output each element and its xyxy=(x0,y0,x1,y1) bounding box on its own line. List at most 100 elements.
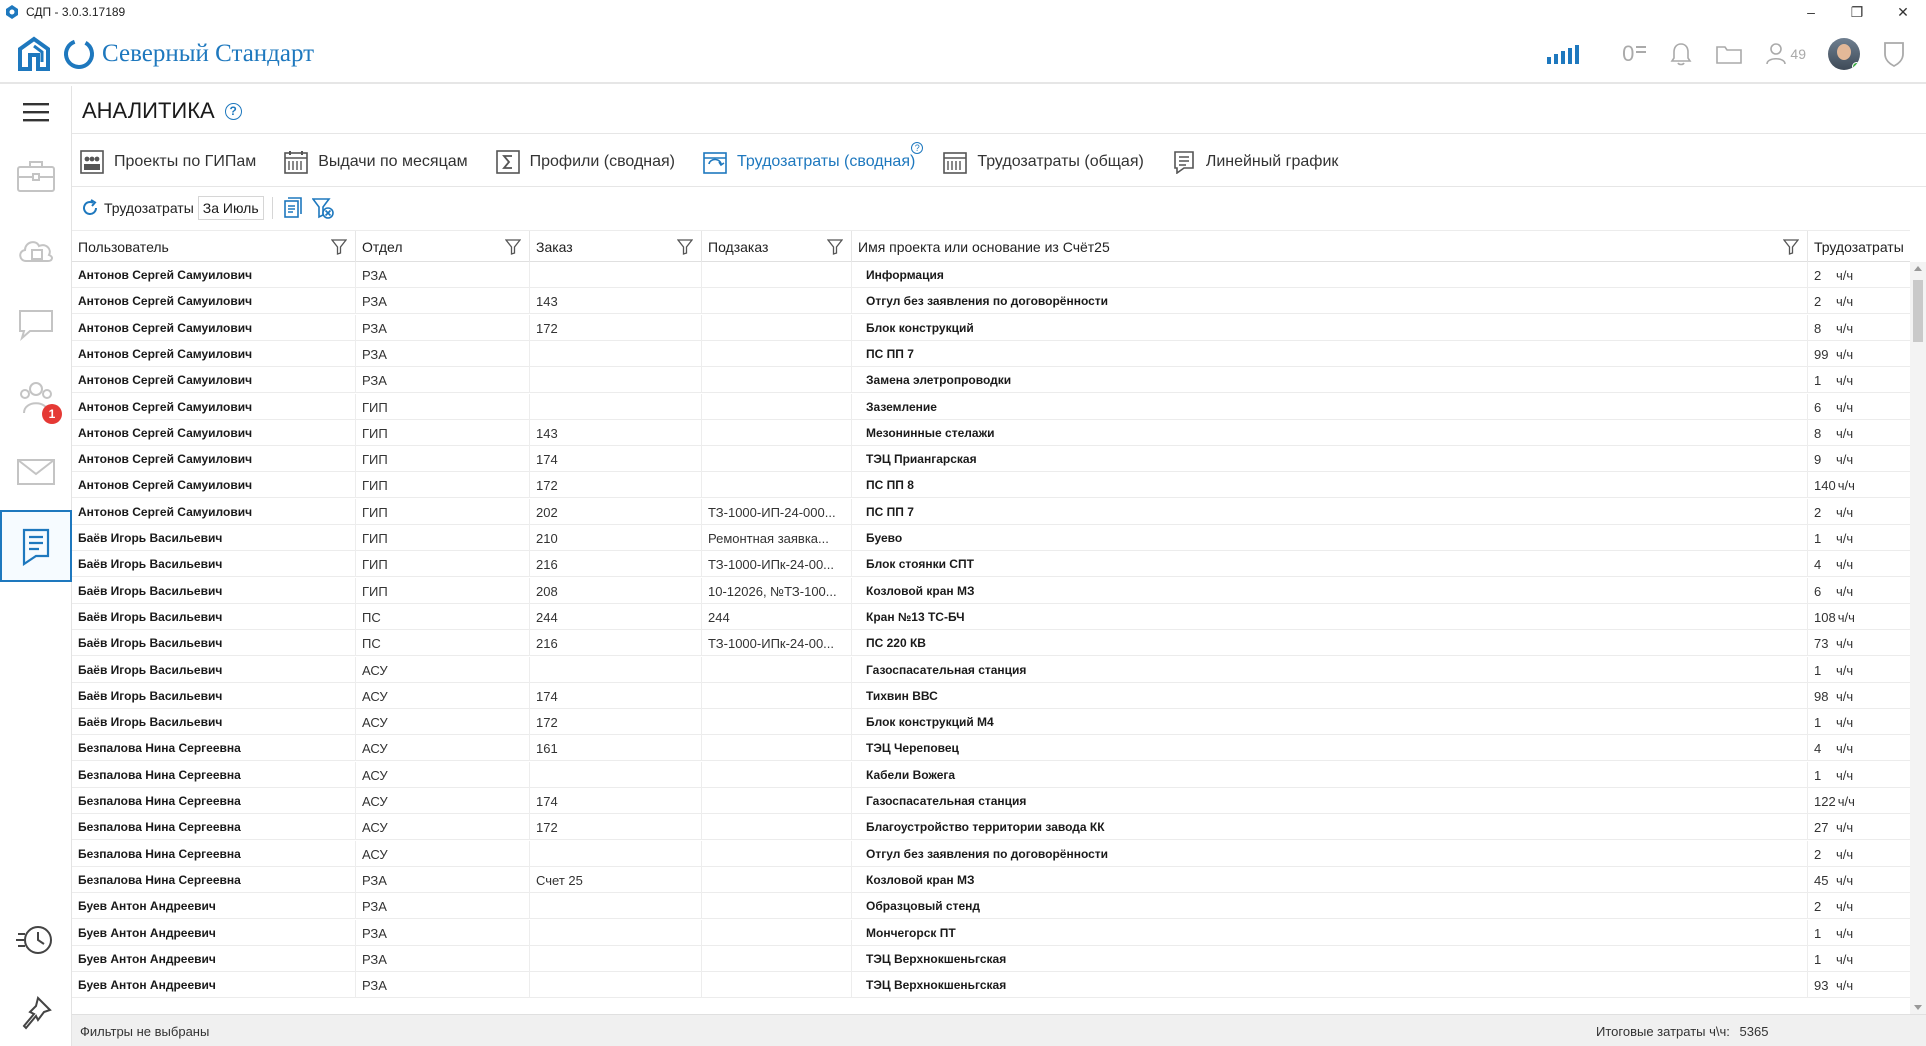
tab-labor-general[interactable]: Трудозатраты (общая) xyxy=(943,150,1144,174)
cell-project: Козловой кран МЗ xyxy=(852,578,1808,604)
tab-labor-calendar-icon xyxy=(703,152,727,174)
sidebar-item-team[interactable]: 1 xyxy=(0,362,72,434)
sidebar-item-analytics[interactable] xyxy=(0,510,72,582)
sidebar-item-chat[interactable] xyxy=(0,288,72,360)
tab-projects-by-gip[interactable]: Проекты по ГИПам xyxy=(80,150,256,174)
table-row[interactable]: Безпалова Нина Сергеевна АСУ Кабели Вожега… xyxy=(72,762,1910,788)
restore-button[interactable]: ❐ xyxy=(1834,0,1880,24)
sidebar-item-mail[interactable] xyxy=(0,436,72,508)
table-row[interactable]: Антонов Сергей Самуилович РЗА 172 Блок конс… xyxy=(72,315,1910,341)
vertical-scrollbar[interactable] xyxy=(1910,262,1926,1014)
table-row[interactable]: Антонов Сергей Самуилович ГИП 174 ТЭЦ Приан… xyxy=(72,446,1910,472)
tab-help-icon[interactable]: ? xyxy=(911,142,924,154)
cell-department: ГИП xyxy=(356,472,530,498)
scroll-thumb[interactable] xyxy=(1913,280,1923,342)
toolbar: Трудозатраты За Июль xyxy=(80,194,341,222)
refresh-button[interactable]: Трудозатраты xyxy=(80,198,194,218)
filter-icon[interactable] xyxy=(827,239,843,255)
shield-icon[interactable] xyxy=(1882,40,1906,68)
table-row[interactable]: Баёв Игорь Васильевич ГИП 208 10-12026, №ТЗ… xyxy=(72,578,1910,604)
bell-icon[interactable] xyxy=(1669,41,1693,67)
cell-labor: 99 ч/ч xyxy=(1808,341,1926,367)
table-row[interactable]: Буев Антон Андреевич РЗА Мончегорск ПТ 1 ч/ч xyxy=(72,920,1910,946)
table-row[interactable]: Баёв Игорь Васильевич ПС 244 244 Кран №13 ТС… xyxy=(72,604,1910,630)
table-row[interactable]: Антонов Сергей Самуилович РЗА Информация 2 ч… xyxy=(72,262,1910,288)
table-row[interactable]: Баёв Игорь Васильевич ГИП 216 ТЗ-1000-ИПк-2… xyxy=(72,551,1910,577)
cell-suborder xyxy=(702,446,852,472)
period-select[interactable]: За Июль xyxy=(197,196,264,220)
filter-icon[interactable] xyxy=(677,239,693,255)
avatar[interactable] xyxy=(1828,38,1860,70)
tab-profiles-summary[interactable]: Профили (сводная) xyxy=(495,150,675,174)
table-row[interactable]: Буев Антон Андреевич РЗА ТЭЦ Верхнокшеньгс… xyxy=(72,946,1910,972)
briefcase-icon xyxy=(17,161,55,192)
table-row[interactable]: Баёв Игорь Васильевич ГИП 210 Ремонтная зая… xyxy=(72,525,1910,551)
cell-project: Блок стоянки СПТ xyxy=(852,551,1808,577)
cell-project: Благоустройство территории завода КК xyxy=(852,814,1808,840)
table-row[interactable]: Антонов Сергей Самуилович ГИП 172 ПС ПП 8 14… xyxy=(72,472,1910,498)
cell-user: Антонов Сергей Самуилович xyxy=(72,367,356,393)
cell-project: Отгул без заявления по договорённости xyxy=(852,841,1808,867)
table-row[interactable]: Антонов Сергей Самуилович ГИП 143 Мезонинны… xyxy=(72,420,1910,446)
help-icon[interactable]: ? xyxy=(224,102,242,120)
cell-labor: 6 ч/ч xyxy=(1808,394,1926,420)
table-row[interactable]: Безпалова Нина Сергеевна АСУ 172 Благоустро… xyxy=(72,814,1910,840)
labor-unit: ч/ч xyxy=(1836,267,1854,283)
table-row[interactable]: Безпалова Нина Сергеевна РЗА Счет 25 Козлов… xyxy=(72,867,1910,893)
cell-labor: 1 ч/ч xyxy=(1808,946,1926,972)
column-header-user[interactable]: Пользователь xyxy=(72,231,356,263)
cell-order xyxy=(530,893,702,919)
scroll-down-arrow-icon[interactable] xyxy=(1914,1005,1922,1010)
cell-labor: 4 ч/ч xyxy=(1808,551,1926,577)
sidebar-item-projects[interactable] xyxy=(0,140,72,212)
tab-issues-by-month[interactable]: Выдачи по месяцам xyxy=(284,150,468,174)
brand-logo[interactable]: Северный Стандарт xyxy=(16,34,314,74)
table-row[interactable]: Баёв Игорь Васильевич АСУ 172 Блок конструк… xyxy=(72,709,1910,735)
table-row[interactable]: Антонов Сергей Самуилович ГИП Заземление 6 ч… xyxy=(72,394,1910,420)
signal-icon[interactable] xyxy=(1546,43,1584,65)
column-header-labor[interactable]: Трудозатраты xyxy=(1808,231,1926,263)
folder-icon[interactable] xyxy=(1715,43,1743,65)
sidebar-item-pin[interactable] xyxy=(0,978,72,1046)
cell-project: Образцовый стенд xyxy=(852,893,1808,919)
table-row[interactable]: Безпалова Нина Сергеевна АСУ 174 Газоспасат… xyxy=(72,788,1910,814)
tab-sigma-icon xyxy=(495,150,520,174)
clear-filters-button[interactable] xyxy=(311,196,335,220)
filter-icon[interactable] xyxy=(331,239,347,255)
table-row[interactable]: Антонов Сергей Самуилович ГИП 202 ТЗ-1000-И… xyxy=(72,499,1910,525)
column-header-order[interactable]: Заказ xyxy=(530,231,702,263)
counter-indicator[interactable]: 0 xyxy=(1622,41,1647,67)
user-icon xyxy=(1766,43,1787,65)
filter-icon[interactable] xyxy=(505,239,521,255)
column-title: Отдел xyxy=(362,239,403,255)
minimize-button[interactable]: – xyxy=(1788,0,1834,24)
sidebar-item-cloud[interactable] xyxy=(0,214,72,286)
table-row[interactable]: Безпалова Нина Сергеевна АСУ 161 ТЭЦ Черепо… xyxy=(72,735,1910,761)
table-row[interactable]: Антонов Сергей Самуилович РЗА ПС ПП 7 99 ч/ч xyxy=(72,341,1910,367)
tab-labor-summary[interactable]: Трудозатраты (сводная) ? xyxy=(703,142,924,174)
menu-button[interactable] xyxy=(0,86,72,138)
table-row[interactable]: Антонов Сергей Самуилович РЗА Замена элетр… xyxy=(72,367,1910,393)
sidebar-item-history[interactable] xyxy=(0,904,72,976)
table-row[interactable]: Баёв Игорь Васильевич АСУ Газоспасательная… xyxy=(72,657,1910,683)
users-online[interactable]: 49 xyxy=(1765,42,1806,66)
table-row[interactable]: Безпалова Нина Сергеевна АСУ Отгул без зая… xyxy=(72,841,1910,867)
cell-suborder: Ремонтная заявка... xyxy=(702,525,852,551)
column-header-department[interactable]: Отдел xyxy=(356,231,530,263)
table-row[interactable]: Баёв Игорь Васильевич ПС 216 ТЗ-1000-ИПк-24… xyxy=(72,630,1910,656)
tab-linear-schedule[interactable]: Линейный график xyxy=(1172,150,1339,174)
cell-department: РЗА xyxy=(356,315,530,341)
export-button[interactable] xyxy=(281,196,305,220)
table-row[interactable]: Буев Антон Андреевич РЗА ТЭЦ Верхнокшеньгс… xyxy=(72,972,1910,998)
column-header-suborder[interactable]: Подзаказ xyxy=(702,231,852,263)
tab-label: Линейный график xyxy=(1205,153,1339,170)
table-row[interactable]: Антонов Сергей Самуилович РЗА 143 Отгул без… xyxy=(72,288,1910,314)
table-row[interactable]: Баёв Игорь Васильевич АСУ 174 Тихвин ВВС 98 ч… xyxy=(72,683,1910,709)
divider xyxy=(72,186,1926,187)
scroll-up-arrow-icon[interactable] xyxy=(1914,266,1922,271)
close-button[interactable]: ✕ xyxy=(1880,0,1926,24)
filter-icon[interactable] xyxy=(1783,239,1799,255)
cell-department: АСУ xyxy=(356,683,530,709)
column-header-project[interactable]: Имя проекта или основание из Счёт25 xyxy=(852,231,1808,263)
table-row[interactable]: Буев Антон Андреевич РЗА Образцовый стенд 2… xyxy=(72,893,1910,919)
